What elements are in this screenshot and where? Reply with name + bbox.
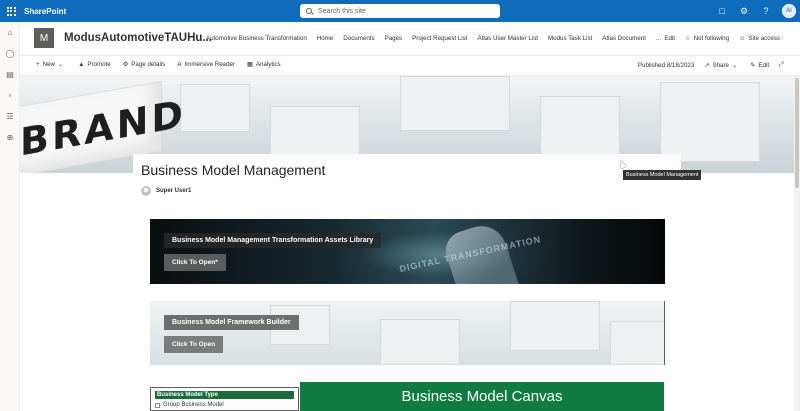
business-model-type-header: Business Model Type	[155, 391, 294, 399]
pencil-icon: ✎	[750, 61, 756, 69]
page-scrollbar-thumb[interactable]	[795, 78, 799, 188]
site-header: M ModusAutomotiveTAUHu... Automotive Bus…	[20, 22, 800, 56]
click-to-open-button[interactable]: Click To Open	[164, 336, 224, 353]
page-title: Business Model Management	[141, 162, 326, 178]
follow-label: Not following	[693, 35, 730, 42]
nav-link-atlas-document[interactable]: Atlas Document	[602, 35, 646, 42]
hero-cube	[660, 82, 760, 162]
app-launcher-button[interactable]	[0, 0, 22, 22]
business-model-canvas-banner: Business Model Canvas	[300, 382, 664, 411]
analytics-button[interactable]: ▦ Analytics	[247, 61, 281, 68]
file-icon[interactable]: ▫	[0, 85, 20, 106]
command-bar: + New ⌄ ▲ Promote ⚙ Page details A Immersive …	[20, 56, 800, 76]
promote-label: Promote	[87, 61, 111, 68]
search-placeholder[interactable]: Search this site	[318, 8, 366, 15]
tile-cube	[610, 321, 664, 365]
chevron-down-icon: ⌄	[58, 61, 64, 68]
site-title[interactable]: ModusAutomotiveTAUHu...	[64, 32, 212, 44]
immersive-reader-button[interactable]: A Immersive Reader	[177, 61, 235, 68]
assets-library-tile[interactable]: DIGITAL TRANSFORMATION Business Model Ma…	[150, 219, 665, 284]
command-bar-right: Published 8/18/2023 ↗ Share ⌄ ✎ Edit ⤢	[638, 61, 784, 69]
globe-icon[interactable]: ◯	[0, 43, 20, 64]
nav-more-button[interactable]: ...	[656, 35, 661, 42]
home-icon[interactable]: ⌂	[0, 22, 20, 43]
people-icon: ☺	[739, 35, 746, 42]
site-logo[interactable]: M	[34, 28, 54, 48]
hero-cube	[400, 76, 510, 131]
tile-cube	[510, 301, 600, 351]
click-to-open-button[interactable]: Click To Open*	[164, 254, 226, 271]
hero-cube	[180, 84, 250, 132]
user-avatar[interactable]: AI	[782, 4, 796, 18]
top-navigation: Automotive Business Transformation Home …	[206, 35, 671, 42]
checkbox[interactable]	[155, 402, 160, 408]
settings-gear-icon[interactable]: ⚙	[738, 6, 750, 17]
analytics-label: Analytics	[255, 61, 281, 68]
feedback-icon[interactable]: □	[716, 6, 728, 16]
share-label: Share	[712, 61, 729, 69]
author-byline: Super User1	[141, 186, 191, 196]
option-label: Group Business Model	[163, 402, 224, 408]
author-name[interactable]: Super User1	[156, 188, 191, 194]
nav-edit-link[interactable]: Edit	[664, 35, 675, 42]
megaphone-icon: ▲	[78, 61, 85, 68]
nav-link-automotive-business-transformation[interactable]: Automotive Business Transformation	[206, 35, 307, 42]
page-details-button[interactable]: ⚙ Page details	[123, 61, 166, 68]
suite-bar: SharePoint Search this site □ ⚙ ? AI	[0, 0, 800, 22]
tile-title: Business Model Framework Builder	[164, 315, 299, 330]
promote-button[interactable]: ▲ Promote	[78, 61, 111, 68]
lists-icon[interactable]: ☰	[0, 106, 20, 127]
search-box[interactable]: Search this site	[300, 4, 500, 18]
sharepoint-brand-link[interactable]: SharePoint	[24, 7, 66, 16]
tile-cube	[380, 319, 460, 365]
app-bar: ⌂ ◯ ▤ ▫ ☰ ⊕	[0, 22, 20, 411]
edit-page-button[interactable]: ✎ Edit	[750, 62, 769, 69]
site-access-label: Site access	[748, 35, 780, 42]
plus-icon: +	[36, 61, 40, 68]
site-access-button[interactable]: ☺ Site access	[739, 35, 780, 42]
star-icon: ☆	[685, 35, 691, 42]
new-button[interactable]: + New ⌄	[36, 61, 66, 68]
author-avatar	[141, 186, 151, 196]
immersive-reader-icon: A	[177, 61, 182, 68]
news-icon[interactable]: ▤	[0, 64, 20, 85]
nav-link-modus-task-list[interactable]: Modus Task List	[548, 35, 592, 42]
group-business-model-option[interactable]: Group Business Model	[155, 402, 224, 408]
immersive-reader-label: Immersive Reader	[184, 61, 236, 68]
title-tooltip: Business Model Management	[623, 170, 702, 180]
search-icon	[306, 8, 312, 14]
gear-icon: ⚙	[122, 61, 129, 68]
new-label: New	[42, 61, 56, 68]
analytics-icon: ▦	[247, 61, 253, 68]
create-plus-icon[interactable]: ⊕	[0, 127, 20, 148]
nav-link-project-request-list[interactable]: Project Request List	[412, 35, 467, 42]
business-model-type-panel: Business Model Type Group Business Model	[150, 387, 299, 411]
command-bar-left: + New ⌄ ▲ Promote ⚙ Page details A Immersive …	[36, 61, 281, 68]
nav-link-documents[interactable]: Documents	[343, 35, 374, 42]
suite-actions: □ ⚙ ? AI	[716, 0, 796, 22]
nav-link-pages[interactable]: Pages	[385, 35, 403, 42]
share-icon: ↗	[704, 61, 710, 69]
nav-link-home[interactable]: Home	[317, 35, 334, 42]
follow-button[interactable]: ☆ Not following	[685, 35, 729, 42]
edit-page-label: Edit	[758, 61, 770, 69]
tile-title: Business Model Management Transformation…	[164, 233, 382, 248]
site-header-actions: Edit ☆ Not following ☺ Site access	[664, 35, 780, 42]
share-button[interactable]: ↗ Share ⌄	[704, 62, 740, 69]
waffle-icon	[6, 6, 16, 16]
expand-icon[interactable]: ⤢	[779, 61, 784, 69]
framework-builder-tile[interactable]: Business Model Framework Builder Click T…	[150, 301, 665, 365]
published-date: Published 8/18/2023	[637, 61, 695, 69]
page-title-region: Business Model Management Super User1	[133, 154, 681, 204]
page-details-label: Page details	[131, 61, 166, 68]
nav-link-atlas-user-master-list[interactable]: Atlas User Master List	[478, 35, 539, 42]
chevron-down-icon: ⌄	[732, 61, 738, 69]
help-icon[interactable]: ?	[760, 6, 772, 16]
